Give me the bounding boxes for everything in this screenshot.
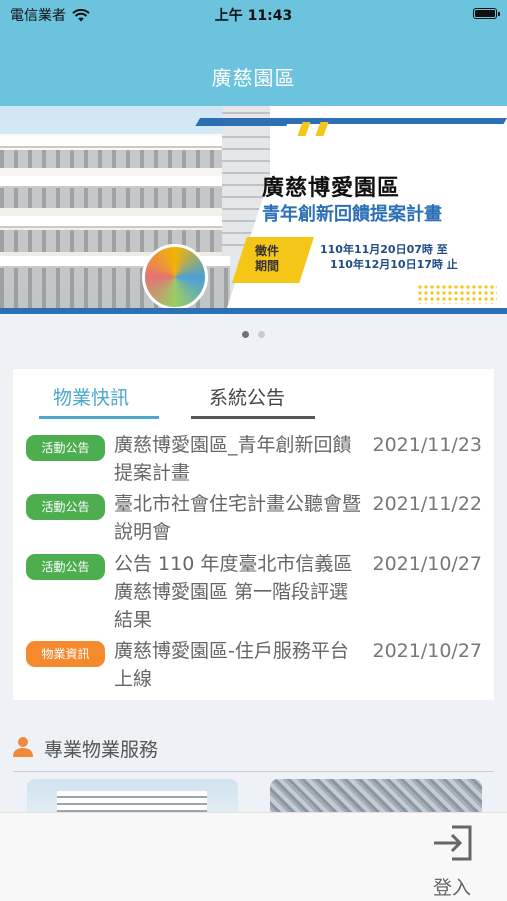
login-label: 登入 bbox=[432, 877, 471, 899]
tab-property-news[interactable]: 物業快訊 bbox=[53, 383, 129, 410]
banner-title: 廣慈博愛園區 bbox=[262, 176, 401, 201]
news-title: 廣慈博愛園區-住戶服務平台上線 bbox=[114, 640, 349, 690]
news-title: 廣慈博愛園區_青年創新回饋提案計畫 bbox=[114, 434, 352, 484]
banner-dot-pattern bbox=[417, 284, 497, 304]
page-dot-1[interactable] bbox=[242, 331, 249, 338]
login-icon bbox=[434, 825, 472, 861]
news-title: 公告 110 年度臺北市信義區廣慈博愛園區 第一階段評選結果 bbox=[114, 553, 353, 631]
status-bar: 電信業者 上午 11:43 bbox=[0, 0, 507, 28]
banner-tag-text: 徵件 期間 bbox=[255, 244, 280, 273]
section-title: 專業物業服務 bbox=[44, 739, 159, 761]
nav-bar: 廣慈園區 bbox=[0, 28, 507, 106]
banner-period: 110年11月20日07時 至 110年12月10日17時 止 bbox=[320, 243, 458, 271]
category-badge: 活動公告 bbox=[26, 494, 105, 520]
tab-system-announcements[interactable]: 系統公告 bbox=[209, 383, 285, 410]
category-badge: 活動公告 bbox=[26, 554, 105, 580]
news-date: 2021/11/23 bbox=[372, 434, 482, 456]
news-card: 物業快訊 系統公告 活動公告 廣慈博愛園區_青年創新回饋提案計畫 2021/11… bbox=[13, 369, 494, 700]
banner-color-swatch-image bbox=[142, 244, 208, 310]
carousel-page-indicator[interactable] bbox=[0, 331, 507, 338]
battery-icon bbox=[473, 8, 500, 19]
banner-carousel[interactable]: 廣慈博愛園區 青年創新回饋提案計畫 徵件 期間 110年11月20日07時 至 … bbox=[0, 106, 507, 314]
section-header-property-services: 專業物業服務 bbox=[13, 733, 494, 772]
tab-indicator-active bbox=[39, 416, 159, 419]
page-dot-2[interactable] bbox=[258, 331, 265, 338]
news-date: 2021/10/27 bbox=[372, 640, 482, 662]
page-title: 廣慈園區 bbox=[211, 66, 296, 90]
banner-image-building bbox=[0, 106, 270, 314]
banner-subtitle: 青年創新回饋提案計畫 bbox=[262, 204, 442, 225]
news-date: 2021/11/22 bbox=[372, 493, 482, 515]
category-badge: 物業資訊 bbox=[26, 641, 105, 667]
status-time: 上午 11:43 bbox=[214, 8, 293, 24]
person-icon bbox=[13, 737, 33, 757]
category-badge: 活動公告 bbox=[26, 435, 105, 461]
news-title: 臺北市社會住宅計畫公聽會暨說明會 bbox=[114, 493, 362, 543]
tab-indicator bbox=[191, 416, 315, 419]
tab-bar: 登入 bbox=[0, 812, 507, 901]
login-button[interactable]: 登入 bbox=[420, 823, 484, 900]
news-date: 2021/10/27 bbox=[372, 553, 482, 575]
